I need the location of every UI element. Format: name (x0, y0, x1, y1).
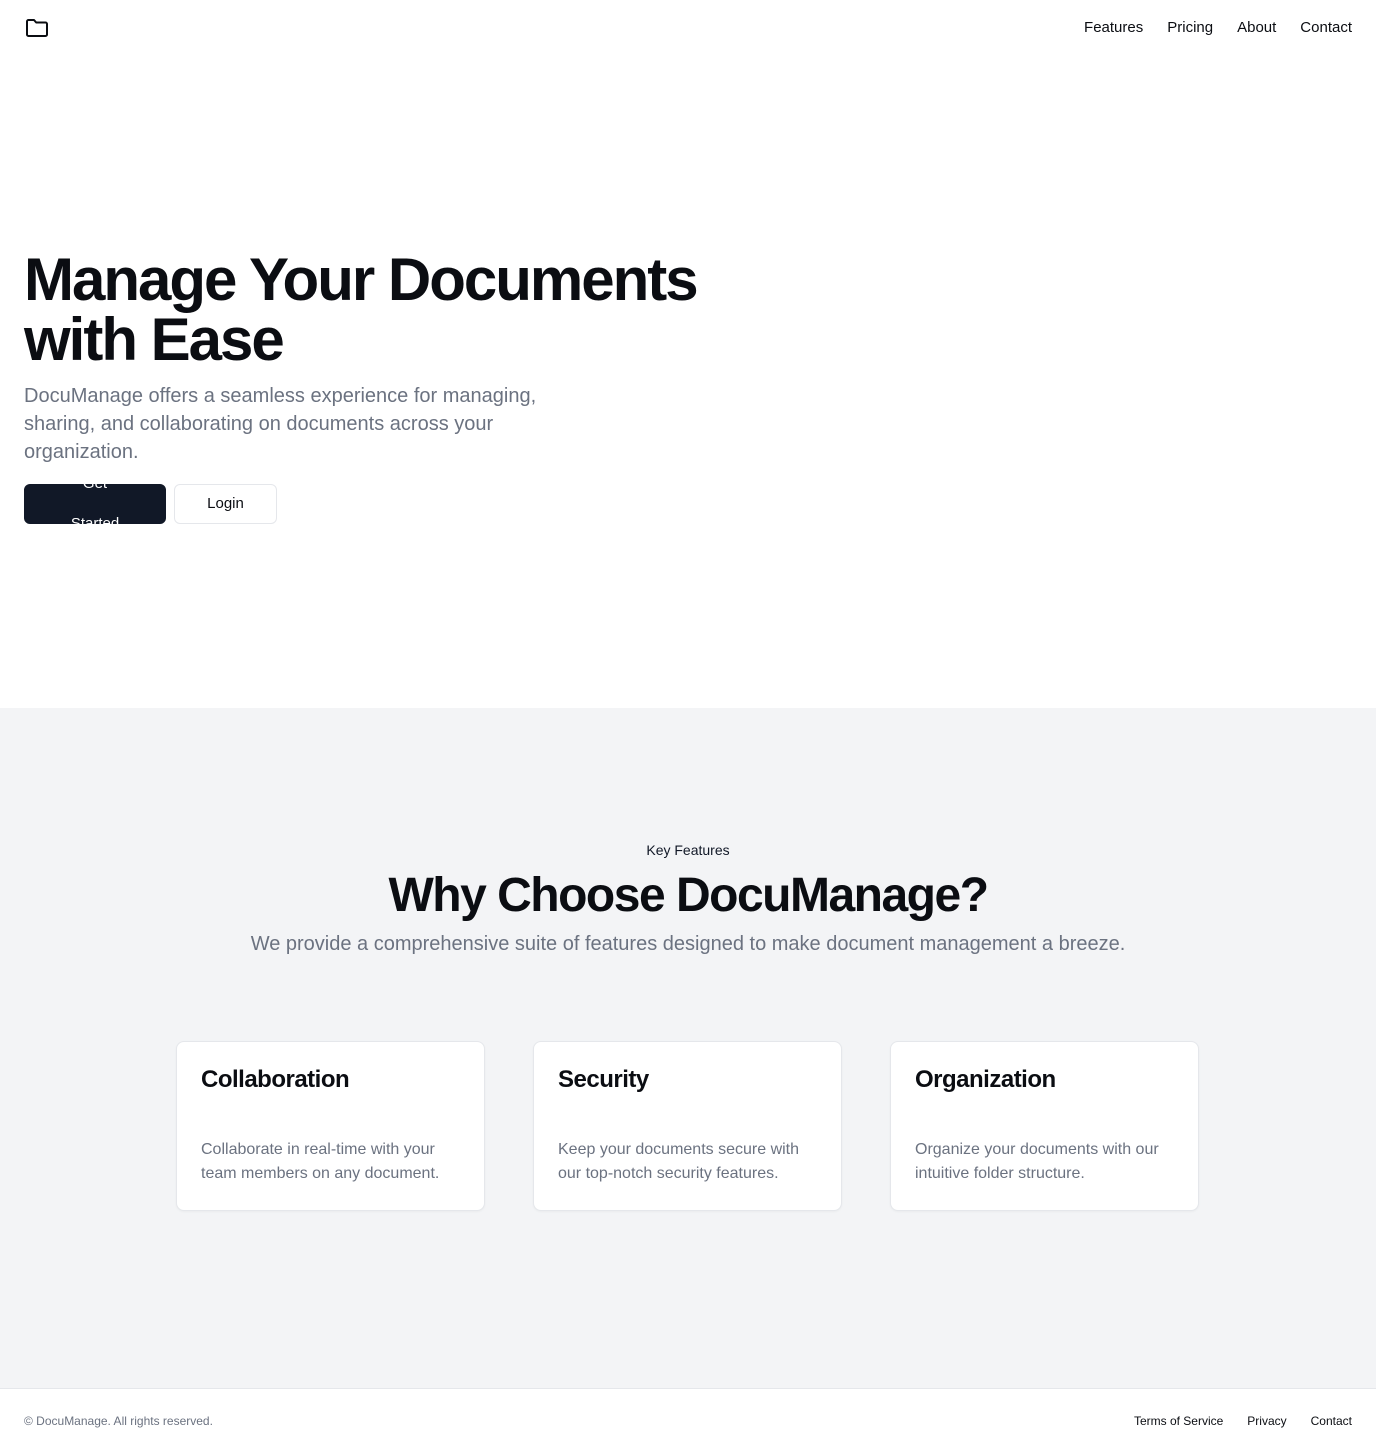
feature-card-title: Organization (915, 1066, 1056, 1093)
feature-card-title: Security (558, 1066, 649, 1093)
nav-features-link[interactable]: Features (1084, 18, 1143, 38)
feature-card-text: Organize your documents with our intuiti… (915, 1141, 1159, 1182)
folder-icon[interactable] (24, 17, 50, 39)
feature-card-title: Collaboration (201, 1066, 350, 1093)
footer-nav: Terms of Service Privacy Contact (1134, 1413, 1352, 1429)
footer-terms-link[interactable]: Terms of Service (1134, 1413, 1223, 1429)
nav-pricing-link[interactable]: Pricing (1167, 18, 1213, 38)
features-eyebrow: Key Features (646, 842, 730, 858)
hero-content: Manage Your Documents with Ease DocuMana… (24, 246, 784, 532)
hero-subtitle: DocuManage offers a seamless experience … (24, 385, 537, 463)
nav-contact-link[interactable]: Contact (1300, 18, 1352, 38)
footer-copyright: © DocuManage. All rights reserved. (24, 1413, 213, 1428)
hero-title: Manage Your Documents with Ease (24, 246, 699, 373)
features-section: Key Features Why Choose DocuManage? We p… (0, 708, 1376, 1388)
features-subtitle: We provide a comprehensive suite of feat… (250, 933, 1126, 955)
footer-contact-link[interactable]: Contact (1311, 1413, 1352, 1429)
features-title: Why Choose DocuManage? (388, 869, 989, 922)
site-header: Features Pricing About Contact (0, 0, 1376, 56)
footer-privacy-link[interactable]: Privacy (1247, 1413, 1286, 1429)
feature-card-collaboration: Collaboration Collaborate in real-time w… (176, 1041, 485, 1211)
feature-card-text: Keep your documents secure with our top-… (558, 1141, 800, 1182)
login-button[interactable]: Login (174, 484, 277, 524)
get-started-button[interactable]: Get Started (24, 475, 166, 532)
feature-cards: Collaboration Collaborate in real-time w… (176, 1041, 1200, 1211)
feature-card-text: Collaborate in real-time with your team … (201, 1141, 440, 1182)
hero-section: Manage Your Documents with Ease DocuMana… (0, 56, 1376, 708)
nav-about-link[interactable]: About (1237, 18, 1276, 38)
hero-actions: Get Started Login (24, 475, 784, 532)
feature-card-security: Security Keep your documents secure with… (533, 1041, 842, 1211)
site-footer: © DocuManage. All rights reserved. Terms… (0, 1388, 1376, 1452)
main-nav: Features Pricing About Contact (1084, 18, 1352, 38)
feature-card-organization: Organization Organize your documents wit… (890, 1041, 1199, 1211)
